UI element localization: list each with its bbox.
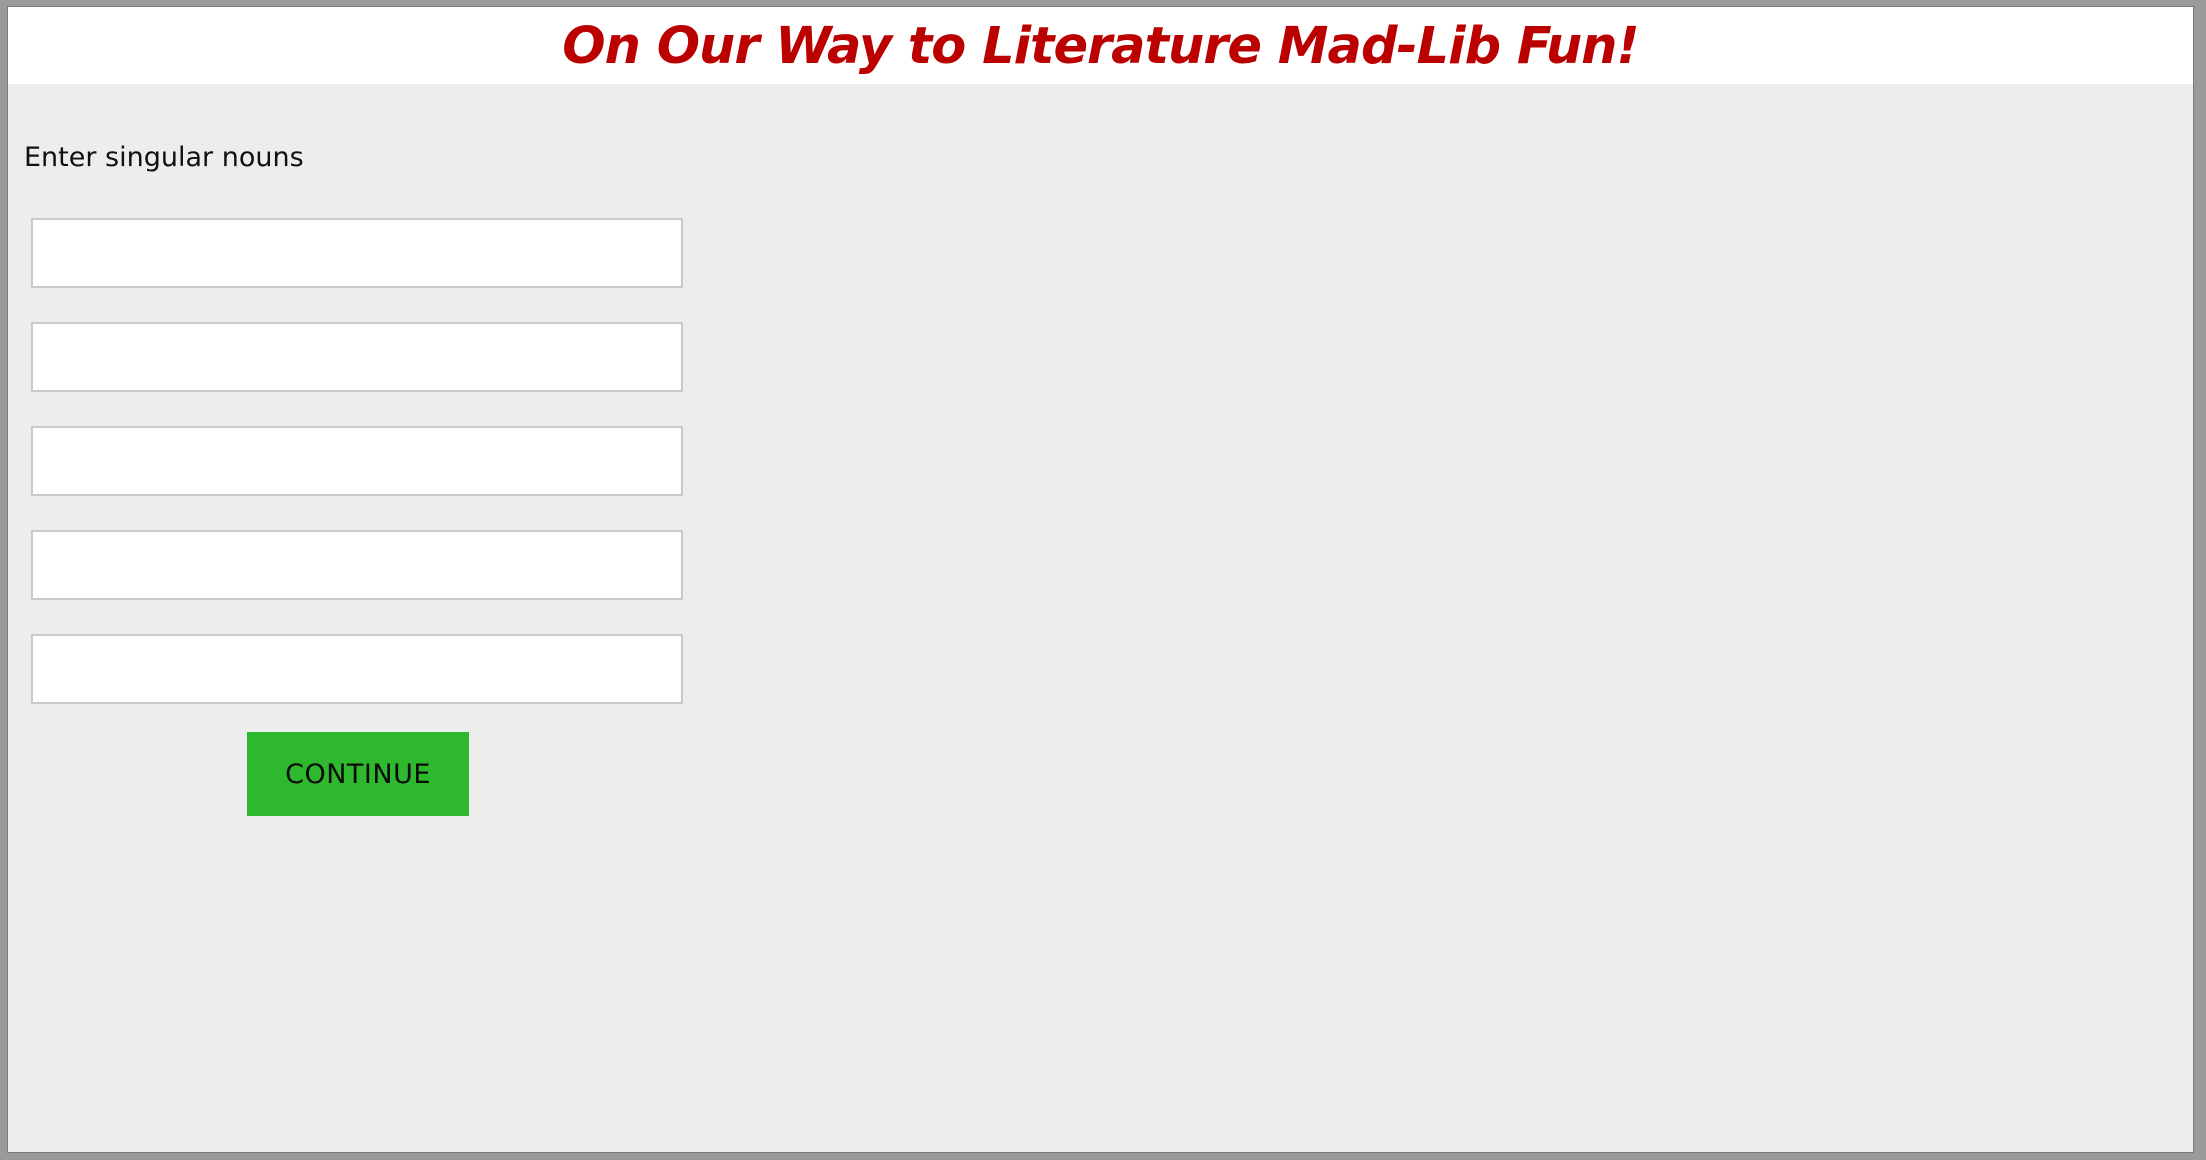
- noun-input-4[interactable]: [31, 530, 683, 600]
- noun-input-2[interactable]: [31, 322, 683, 392]
- continue-button[interactable]: CONTINUE: [247, 732, 469, 816]
- noun-input-3[interactable]: [31, 426, 683, 496]
- main-frame: On Our Way to Literature Mad-Lib Fun! En…: [8, 7, 2193, 1152]
- title-bar: On Our Way to Literature Mad-Lib Fun!: [8, 7, 2193, 84]
- page-title: On Our Way to Literature Mad-Lib Fun!: [562, 17, 1639, 76]
- app-window: On Our Way to Literature Mad-Lib Fun! En…: [0, 0, 2206, 1160]
- noun-input-5[interactable]: [31, 634, 683, 704]
- noun-input-1[interactable]: [31, 218, 683, 288]
- instruction-text: Enter singular nouns: [24, 142, 304, 173]
